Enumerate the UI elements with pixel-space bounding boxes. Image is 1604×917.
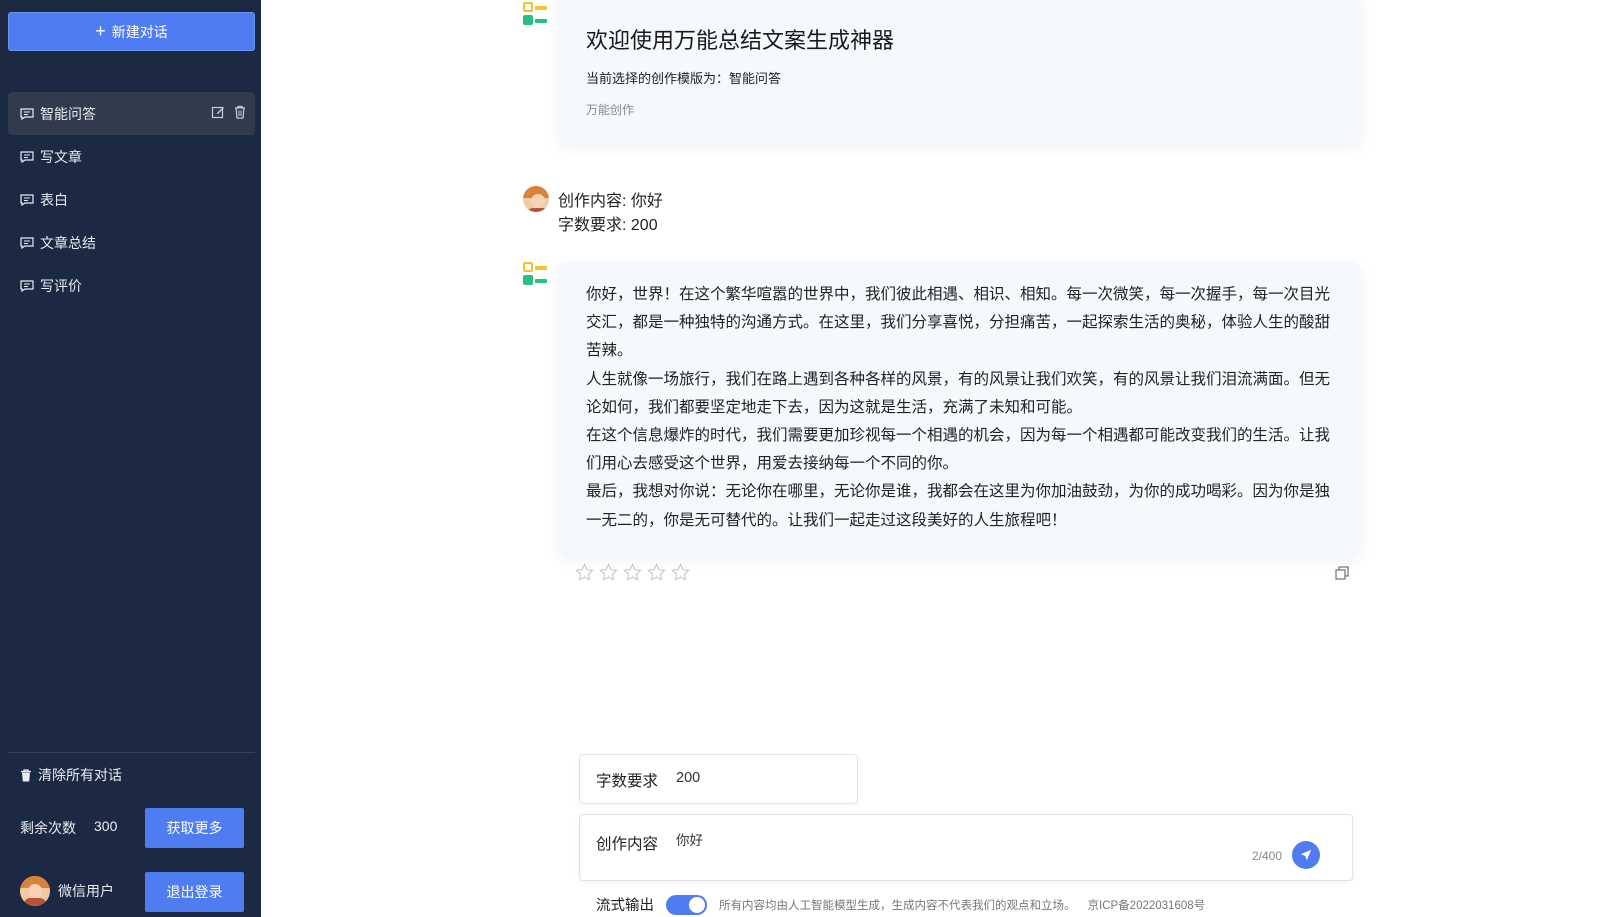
content-label: 创作内容 [596, 836, 659, 853]
word-count-label: 字数要求 [596, 773, 659, 790]
user-message-line: 字数要求: 200 [558, 217, 658, 234]
word-count-field: 字数要求 [579, 754, 858, 804]
new-chat-label: 新建对话 [111, 23, 168, 40]
star-icon[interactable] [647, 563, 666, 582]
remaining-label: 剩余次数 [20, 820, 76, 836]
user-info: 微信用户 [20, 876, 114, 906]
clear-all-button[interactable]: 清除所有对话 [20, 765, 122, 785]
char-count: 2/400 [1251, 849, 1282, 863]
welcome-title: 欢迎使用万能总结文案生成神器 [586, 28, 895, 53]
chat-bubble-icon [20, 279, 34, 292]
welcome-subtitle: 当前选择的创作模版为：智能问答 [586, 71, 782, 86]
bot-avatar-icon [523, 2, 547, 26]
remaining-value: 300 [94, 818, 118, 834]
star-icon[interactable] [575, 563, 594, 582]
conversation-item-write-article[interactable]: 写文章 [8, 135, 255, 178]
remaining-count: 剩余次数 300 [20, 818, 117, 838]
welcome-tag: 万能创作 [586, 103, 635, 117]
plus-icon: + [95, 20, 106, 41]
answer-paragraph: 人生就像一场旅行，我们在路上遇到各种各样的风景，有的风景让我们欢笑，有的风景让我… [586, 370, 1331, 416]
answer-card: 你好，世界！在这个繁华喧嚣的世界中，我们彼此相遇、相识、相知。每一次微笑，每一次… [558, 262, 1361, 554]
user-name: 微信用户 [58, 883, 114, 899]
icp-text[interactable]: 京ICP备2022031608号 [1088, 897, 1206, 913]
conversation-label: 文章总结 [40, 234, 96, 251]
get-more-button[interactable]: 获取更多 [145, 808, 244, 848]
answer-paragraph: 你好，世界！在这个繁华喧嚣的世界中，我们彼此相遇、相识、相知。每一次微笑，每一次… [586, 286, 1331, 360]
copy-icon[interactable] [1335, 566, 1349, 580]
star-icon[interactable] [623, 563, 642, 582]
footer: 流式输出 所有内容均由人工智能模型生成，生成内容不代表我们的观点和立场。 京IC… [596, 894, 1205, 915]
content-field: 创作内容 你好 2/400 [579, 814, 1353, 881]
delete-icon[interactable] [233, 105, 247, 119]
conversation-label: 写评价 [40, 277, 82, 294]
bot-avatar-icon [523, 262, 547, 286]
sidebar: + 新建对话 智能问答 写文章 表白 文章总结 写评价 清除所有对话 剩余次数 … [0, 0, 261, 917]
conversation-item-review[interactable]: 写评价 [8, 264, 255, 307]
edit-icon[interactable] [211, 105, 225, 119]
sidebar-divider [8, 752, 255, 753]
answer-text: 你好，世界！在这个繁华喧嚣的世界中，我们彼此相遇、相识、相知。每一次微笑，每一次… [586, 281, 1331, 535]
stream-output-label: 流式输出 [596, 898, 654, 914]
chat-bubble-icon [20, 150, 34, 163]
user-message-line: 创作内容: 你好 [558, 193, 663, 210]
send-icon [1300, 849, 1312, 861]
conversation-item-summary[interactable]: 文章总结 [8, 221, 255, 264]
word-count-input[interactable] [676, 770, 836, 786]
avatar [20, 876, 50, 906]
new-chat-button[interactable]: + 新建对话 [8, 12, 255, 51]
clear-all-label: 清除所有对话 [38, 767, 122, 783]
chat-bubble-icon [20, 193, 34, 206]
user-avatar [523, 186, 549, 212]
star-icon[interactable] [599, 563, 618, 582]
conversation-item-confession[interactable]: 表白 [8, 178, 255, 221]
conversation-label: 写文章 [40, 148, 82, 165]
trash-icon [21, 768, 31, 781]
conversation-label: 表白 [40, 191, 68, 208]
conversation-list: 智能问答 写文章 表白 文章总结 写评价 [8, 92, 255, 307]
stream-output-toggle[interactable] [666, 894, 707, 915]
chat-bubble-icon [20, 236, 34, 249]
answer-paragraph: 最后，我想对你说：无论你在哪里，无论你是谁，我都会在这里为你加油鼓劲，为你的成功… [586, 483, 1331, 529]
conversation-item-smart-qa[interactable]: 智能问答 [8, 92, 255, 135]
disclaimer-text: 所有内容均由人工智能模型生成，生成内容不代表我们的观点和立场。 [719, 899, 1076, 912]
logout-button[interactable]: 退出登录 [145, 872, 244, 912]
answer-paragraph: 在这个信息爆炸的时代，我们需要更加珍视每一个相遇的机会，因为每一个相遇都可能改变… [586, 427, 1331, 473]
welcome-card: 欢迎使用万能总结文案生成神器 当前选择的创作模版为：智能问答 万能创作 [558, 0, 1361, 142]
app: + 新建对话 智能问答 写文章 表白 文章总结 写评价 清除所有对话 剩余次数 … [0, 0, 1604, 917]
content-input[interactable]: 你好 [676, 829, 1196, 869]
send-button[interactable] [1292, 841, 1320, 869]
user-message: 创作内容: 你好 字数要求: 200 [558, 190, 663, 238]
conversation-label: 智能问答 [40, 105, 96, 122]
star-icon[interactable] [671, 563, 690, 582]
rating-stars [575, 563, 690, 582]
chat-main: 欢迎使用万能总结文案生成神器 当前选择的创作模版为：智能问答 万能创作 创作内容… [261, 0, 1604, 917]
chat-bubble-icon [20, 107, 34, 120]
